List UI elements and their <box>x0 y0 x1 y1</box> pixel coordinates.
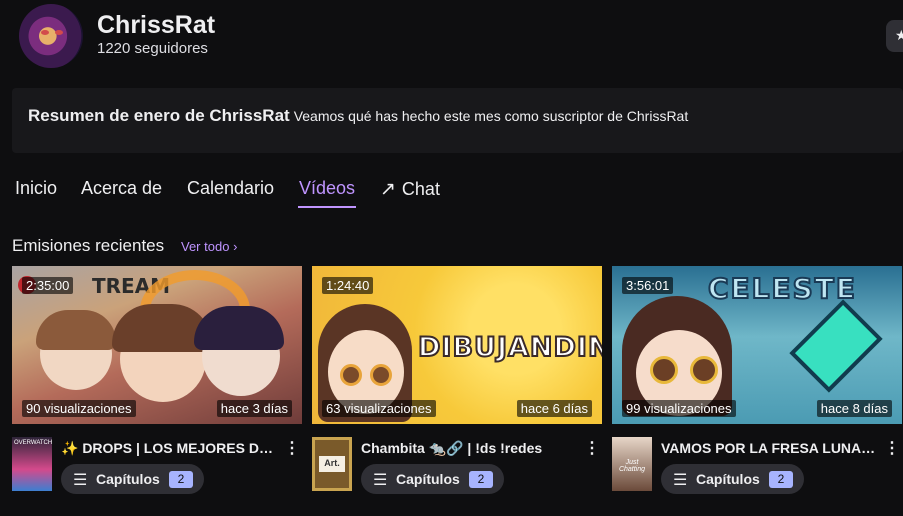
section-title: Emisiones recientes <box>12 236 165 255</box>
list-icon: ☰ <box>73 472 88 489</box>
list-icon: ☰ <box>673 472 688 489</box>
tab-calendario[interactable]: Calendario <box>187 178 274 199</box>
character-art <box>340 364 362 386</box>
category-thumbnail[interactable]: Just Chatting <box>612 437 652 491</box>
recap-subtitle: Veamos qué has hecho este mes como suscr… <box>293 108 689 124</box>
date-badge: hace 3 días <box>216 400 292 417</box>
chapters-label: Capítulos <box>96 471 160 487</box>
category-label: Just Chatting <box>618 459 646 473</box>
character-art <box>36 310 116 350</box>
character-art <box>370 364 392 386</box>
tab-inicio[interactable]: Inicio <box>15 178 57 199</box>
tab-videos[interactable]: Vídeos <box>299 178 355 199</box>
video-title[interactable]: VAMOS POR LA FRESA LUNAAR <box>661 440 881 456</box>
views-badge: 99 visualizaciones <box>622 400 736 417</box>
video-title[interactable]: Chambita 🐀🔗 | !ds !redes <box>361 440 581 457</box>
more-options-icon[interactable]: ⋮ <box>584 438 600 458</box>
channel-name[interactable]: ChrissRat <box>97 11 215 40</box>
channel-avatar[interactable] <box>19 4 83 68</box>
date-badge: hace 6 días <box>516 400 592 417</box>
crystal-art <box>789 299 883 393</box>
chapters-count: 2 <box>469 471 493 488</box>
video-meta: OVERWATCH ✨ DROPS | LOS MEJORES DE OVERW… <box>12 437 302 495</box>
star-icon[interactable]: ★ <box>886 20 903 52</box>
duration-badge: 2:35:00 <box>22 277 74 294</box>
views-badge: 90 visualizaciones <box>22 400 136 417</box>
recap-title-text: Resumen de enero de ChrissRat <box>28 106 290 125</box>
tab-acerca-de[interactable]: Acerca de <box>81 178 162 199</box>
character-art <box>650 356 678 384</box>
duration-badge: 3:56:01 <box>622 277 674 294</box>
thumbnail-text: CELESTE <box>707 271 858 306</box>
channel-header: ChrissRat 1220 seguidores ★ <box>0 0 903 85</box>
list-icon: ☰ <box>373 472 388 489</box>
duration-badge: 1:24:40 <box>322 277 374 294</box>
chevron-right-icon: › <box>233 239 238 254</box>
more-options-icon[interactable]: ⋮ <box>884 438 900 458</box>
recap-banner[interactable]: Resumen de enero de ChrissRat Veamos qué … <box>12 88 903 153</box>
category-thumbnail[interactable]: Art. <box>312 437 352 491</box>
category-thumbnail[interactable]: OVERWATCH <box>12 437 52 491</box>
channel-tabs: Inicio Acerca de Calendario Vídeos ↗ Chat <box>0 170 903 214</box>
chapters-count: 2 <box>769 471 793 488</box>
category-label: OVERWATCH <box>14 440 53 446</box>
see-all-link[interactable]: Ver todo › <box>181 239 237 254</box>
chapters-label: Capítulos <box>696 471 760 487</box>
external-arrow-icon: ↗ <box>380 179 396 200</box>
chapters-button[interactable]: ☰ Capítulos 2 <box>61 464 204 494</box>
character-art <box>690 356 718 384</box>
video-thumbnail[interactable]: DIBUJANDING 1:24:40 63 visualizaciones h… <box>312 266 602 424</box>
chapters-button[interactable]: ☰ Capítulos 2 <box>661 464 804 494</box>
tab-chat-label: Chat <box>401 179 440 199</box>
date-badge: hace 8 días <box>816 400 892 417</box>
chapters-count: 2 <box>169 471 193 488</box>
character-art <box>194 306 284 350</box>
video-meta: Art. Chambita 🐀🔗 | !ds !redes ⋮ ☰ Capítu… <box>312 437 602 495</box>
video-title[interactable]: ✨ DROPS | LOS MEJORES DE OVERWATCH <box>61 440 281 457</box>
thumbnail-text: DIBUJANDING <box>417 331 602 364</box>
video-thumbnail[interactable]: TREAM 2:35:00 90 visualizaciones hace 3 … <box>12 266 302 424</box>
video-meta: Just Chatting VAMOS POR LA FRESA LUNAAR … <box>612 437 902 495</box>
more-options-icon[interactable]: ⋮ <box>284 438 300 458</box>
tab-chat[interactable]: ↗ Chat <box>380 178 440 201</box>
see-all-label: Ver todo <box>181 239 230 254</box>
active-tab-indicator <box>298 206 356 208</box>
followers-count: 1220 seguidores <box>97 40 208 57</box>
views-badge: 63 visualizaciones <box>322 400 436 417</box>
video-thumbnail[interactable]: CELESTE 3:56:01 99 visualizaciones hace … <box>612 266 902 424</box>
chapters-label: Capítulos <box>396 471 460 487</box>
recap-title: Resumen de enero de ChrissRat Veamos qué … <box>28 106 688 126</box>
chapters-button[interactable]: ☰ Capítulos 2 <box>361 464 504 494</box>
category-label: Art. <box>319 456 345 472</box>
